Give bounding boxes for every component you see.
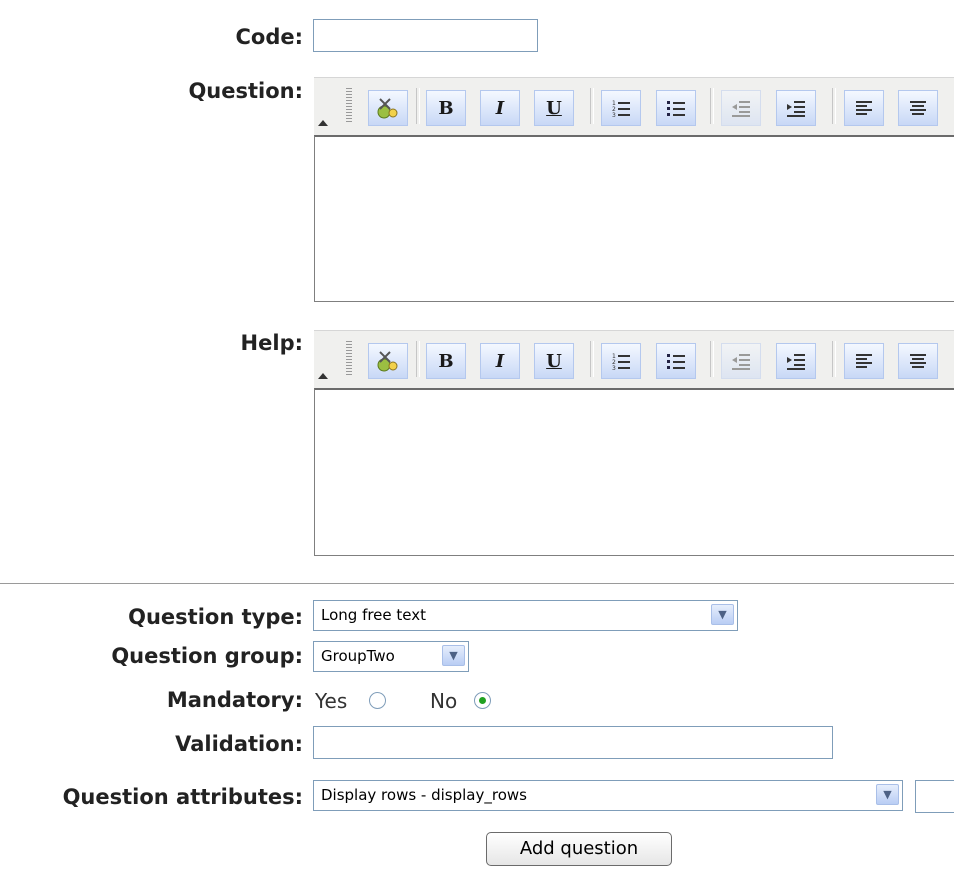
divider	[0, 583, 954, 584]
outdent-icon	[732, 101, 750, 117]
question-group-label: Question group:	[111, 644, 303, 668]
help-toolbar: B I U 1 2 3	[314, 330, 954, 389]
collapse-toolbar-icon[interactable]	[318, 120, 328, 126]
mandatory-no-label: No	[430, 689, 458, 713]
paste-text-button[interactable]	[368, 90, 408, 126]
outdent-button[interactable]	[721, 90, 761, 126]
validation-input[interactable]	[313, 726, 833, 759]
ordered-list-button[interactable]: 1 2 3	[601, 343, 641, 379]
unordered-list-button[interactable]	[656, 343, 696, 379]
chevron-down-icon[interactable]: ▼	[876, 784, 899, 805]
mandatory-no-radio[interactable]	[474, 692, 491, 709]
mandatory-yes-radio[interactable]	[369, 692, 386, 709]
indent-icon	[787, 354, 805, 370]
question-group-select[interactable]: GroupTwo ▼	[313, 641, 469, 672]
bold-icon: B	[438, 350, 454, 372]
chevron-down-icon[interactable]: ▼	[442, 645, 465, 666]
validation-label: Validation:	[175, 732, 303, 756]
paste-text-button[interactable]	[368, 343, 408, 379]
underline-button[interactable]: U	[534, 343, 574, 379]
paste-text-icon	[377, 98, 398, 119]
ordered-list-icon: 1 2 3	[612, 353, 630, 371]
question-toolbar: B I U 1 2 3	[314, 77, 954, 136]
underline-icon: U	[546, 97, 562, 119]
help-label: Help:	[240, 331, 303, 355]
indent-button[interactable]	[776, 343, 816, 379]
help-editor: B I U 1 2 3	[314, 330, 954, 556]
italic-icon: I	[495, 350, 505, 372]
question-editor: B I U 1 2 3	[314, 77, 954, 302]
toolbar-grip-icon[interactable]	[346, 88, 352, 124]
indent-button[interactable]	[776, 90, 816, 126]
question-type-value: Long free text	[321, 606, 427, 624]
radio-selected-dot	[479, 697, 486, 704]
code-label: Code:	[235, 25, 303, 49]
align-center-icon	[910, 101, 926, 115]
bold-button[interactable]: B	[426, 343, 466, 379]
align-left-icon	[856, 354, 872, 368]
indent-icon	[787, 101, 805, 117]
collapse-toolbar-icon[interactable]	[318, 373, 328, 379]
unordered-list-icon	[667, 354, 685, 369]
question-label: Question:	[188, 79, 303, 103]
question-attributes-select[interactable]: Display rows - display_rows ▼	[313, 780, 903, 811]
align-center-button[interactable]	[898, 343, 938, 379]
align-center-button[interactable]	[898, 90, 938, 126]
unordered-list-button[interactable]	[656, 90, 696, 126]
svg-text:3: 3	[612, 112, 616, 118]
mandatory-label: Mandatory:	[166, 688, 303, 712]
italic-icon: I	[495, 97, 505, 119]
outdent-icon	[732, 354, 750, 370]
question-attributes-value: Display rows - display_rows	[321, 786, 527, 804]
code-input[interactable]	[313, 19, 538, 52]
italic-button[interactable]: I	[480, 90, 520, 126]
underline-icon: U	[546, 350, 562, 372]
unordered-list-icon	[667, 101, 685, 116]
question-group-value: GroupTwo	[321, 647, 395, 665]
align-left-button[interactable]	[844, 343, 884, 379]
svg-text:3: 3	[612, 365, 616, 371]
help-text-area[interactable]	[314, 388, 954, 556]
question-type-label: Question type:	[128, 605, 303, 629]
paste-text-icon	[377, 351, 398, 372]
bold-icon: B	[438, 97, 454, 119]
align-left-icon	[856, 101, 872, 115]
italic-button[interactable]: I	[480, 343, 520, 379]
bold-button[interactable]: B	[426, 90, 466, 126]
ordered-list-icon: 1 2 3	[612, 100, 630, 118]
chevron-down-icon[interactable]: ▼	[711, 604, 734, 625]
attribute-value-input[interactable]	[915, 780, 954, 813]
align-center-icon	[910, 354, 926, 368]
question-type-select[interactable]: Long free text ▼	[313, 600, 738, 631]
mandatory-yes-label: Yes	[315, 689, 348, 713]
question-text-area[interactable]	[314, 135, 954, 302]
align-left-button[interactable]	[844, 90, 884, 126]
ordered-list-button[interactable]: 1 2 3	[601, 90, 641, 126]
question-attributes-label: Question attributes:	[62, 785, 303, 809]
toolbar-grip-icon[interactable]	[346, 341, 352, 377]
underline-button[interactable]: U	[534, 90, 574, 126]
outdent-button[interactable]	[721, 343, 761, 379]
add-question-button[interactable]: Add question	[486, 832, 672, 866]
